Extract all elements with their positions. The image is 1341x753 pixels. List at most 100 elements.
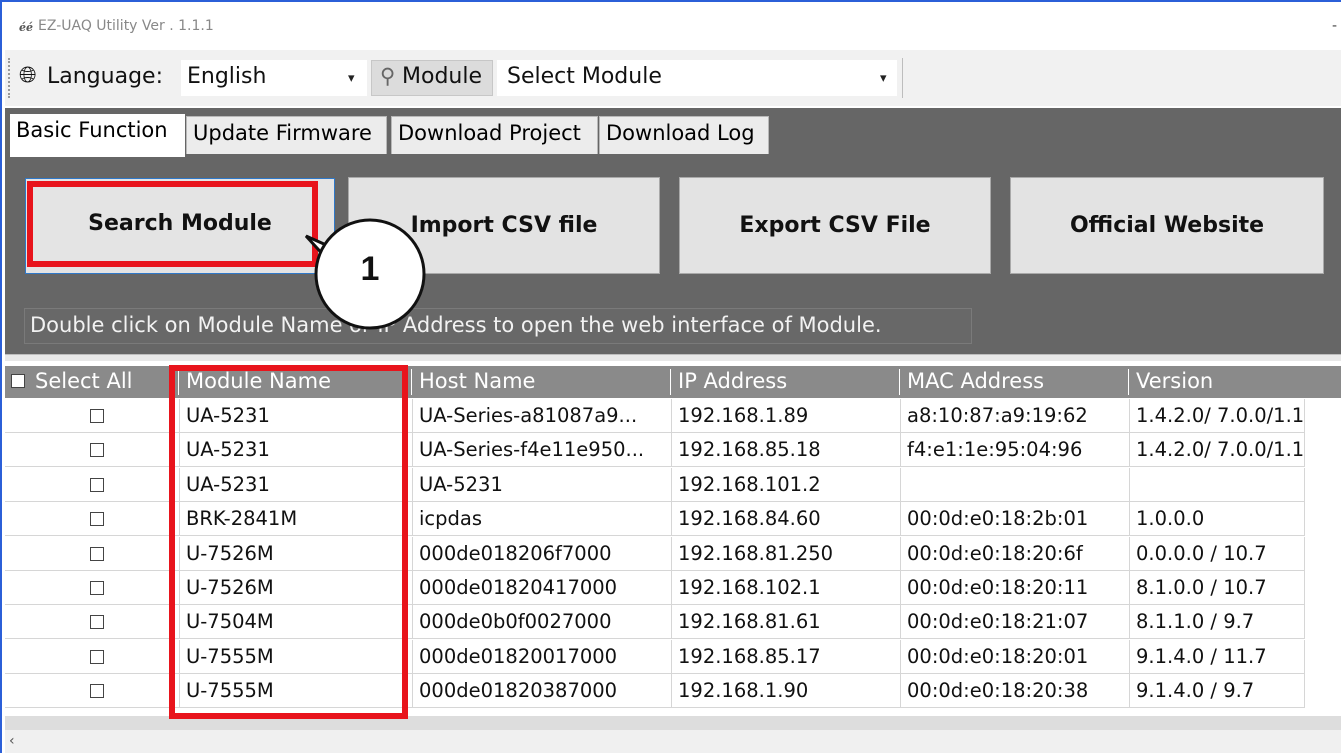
chevron-down-icon: ▾ [880, 71, 887, 86]
column-divider [670, 369, 671, 395]
version-cell-text: 1.4.2.0/ 7.0.0/1.1.8 [1136, 438, 1305, 462]
module-dropdown[interactable]: Select Module ▾ [497, 60, 897, 96]
column-divider [1128, 369, 1129, 395]
column-header-version[interactable]: Version [1130, 366, 1305, 398]
tab-basic-function[interactable]: Basic Function [10, 114, 185, 157]
column-divider [899, 369, 900, 395]
column-header-ip-address[interactable]: IP Address [672, 366, 897, 398]
mac-address-cell: 00:0d:e0:18:20:01 [901, 639, 1130, 674]
host-name-cell: 000de0b0f0027000 [413, 605, 672, 640]
column-header-host-name[interactable]: Host Name [413, 366, 668, 398]
hint-text-box: Double click on Module Name or IP Addres… [24, 308, 972, 344]
hint-text: Double click on Module Name or IP Addres… [30, 313, 882, 337]
row-checkbox[interactable] [90, 546, 104, 561]
ip-address-cell[interactable]: 192.168.1.89 [672, 399, 901, 433]
toolbar-grip-handle[interactable] [8, 58, 12, 98]
version-cell-text: 9.1.4.0 / 9.7 [1136, 679, 1255, 703]
version-cell: 1.4.2.0/ 7.0.0/1.1.8 [1130, 433, 1305, 468]
callout-joint [334, 241, 348, 269]
ip-address-cell-text: 192.168.84.60 [678, 507, 821, 531]
host-name-cell-text: 000de018206f7000 [419, 541, 612, 565]
app-logo-icon: éé [19, 21, 33, 34]
tab-update-firmware[interactable]: Update Firmware [186, 116, 387, 154]
mac-address-cell: 00:0d:e0:18:20:6f [901, 536, 1130, 571]
row-checkbox[interactable] [90, 581, 104, 595]
language-dropdown[interactable]: English ▾ [181, 60, 367, 96]
select-all-header[interactable]: Select All [5, 366, 155, 398]
ip-address-cell[interactable]: 192.168.81.250 [672, 536, 901, 571]
annotation-highlight-module-column [169, 365, 408, 719]
mac-address-cell-text: a8:10:87:a9:19:62 [907, 404, 1088, 427]
language-value: English [187, 64, 267, 89]
header-label: IP Address [678, 369, 788, 393]
ip-address-cell[interactable]: 192.168.101.2 [672, 467, 901, 502]
ip-address-cell-text: 192.168.1.90 [678, 679, 809, 703]
host-name-cell: icpdas [413, 502, 672, 537]
export-csv-button[interactable]: Export CSV File [679, 177, 991, 274]
host-name-cell-text: 000de01820017000 [419, 644, 618, 668]
row-checkbox[interactable] [90, 409, 104, 423]
ip-address-cell-text: 192.168.81.61 [678, 610, 821, 634]
row-checkbox[interactable] [90, 512, 104, 527]
mac-address-cell-text: 00:0d:e0:18:20:38 [907, 679, 1089, 703]
mac-address-cell: f4:e1:1e:95:04:96 [901, 433, 1130, 468]
version-cell-text: 8.1.0.0 / 10.7 [1136, 576, 1267, 599]
ip-address-cell-text: 192.168.102.1 [678, 576, 821, 599]
version-cell: 0.0.0.0 / 10.7 [1130, 536, 1305, 571]
column-header-mac-address[interactable]: MAC Address [901, 366, 1126, 398]
select-all-checkbox[interactable] [11, 374, 25, 388]
version-cell: 9.1.4.0 / 11.7 [1130, 639, 1305, 674]
row-select-cell [5, 674, 180, 709]
host-name-cell: 000de018206f7000 [413, 536, 672, 571]
version-cell [1130, 467, 1305, 502]
minimize-button[interactable]: - [1332, 18, 1337, 34]
ip-address-cell[interactable]: 192.168.85.18 [672, 433, 901, 468]
version-cell: 8.1.0.0 / 10.7 [1130, 571, 1305, 605]
version-cell: 1.0.0.0 [1130, 502, 1305, 537]
toolbar-divider [902, 58, 903, 98]
mac-address-cell-text: 00:0d:e0:18:20:11 [907, 576, 1089, 599]
ip-address-cell-text: 192.168.85.18 [678, 438, 821, 462]
official-website-button[interactable]: Official Website [1010, 177, 1324, 274]
tab-label: Download Project [398, 121, 581, 145]
tab-label: Update Firmware [193, 121, 372, 145]
host-name-cell-text: UA-Series-a81087a9... [419, 404, 638, 427]
callout-number: 1 [360, 250, 380, 288]
version-cell: 1.4.2.0/ 7.0.0/1.1.8 [1130, 399, 1305, 433]
splitter[interactable] [5, 354, 1341, 361]
scroll-left-arrow-icon[interactable]: ‹ [9, 733, 15, 749]
module-search-button[interactable]: ⚲ Module [371, 60, 493, 96]
row-checkbox[interactable] [90, 477, 104, 492]
row-checkbox[interactable] [90, 443, 104, 458]
export-csv-label: Export CSV File [739, 213, 931, 238]
horizontal-scrollbar[interactable] [5, 730, 1341, 753]
ip-address-cell[interactable]: 192.168.102.1 [672, 571, 901, 605]
row-checkbox[interactable] [90, 649, 104, 664]
header-label: MAC Address [907, 369, 1045, 393]
version-cell: 8.1.1.0 / 9.7 [1130, 605, 1305, 640]
version-cell-text: 1.0.0.0 [1136, 507, 1205, 531]
ip-address-cell[interactable]: 192.168.84.60 [672, 502, 901, 537]
version-cell-text: 9.1.4.0 / 11.7 [1136, 644, 1267, 668]
row-select-cell [5, 639, 180, 674]
row-checkbox[interactable] [90, 684, 104, 699]
host-name-cell: UA-Series-f4e11e950... [413, 433, 672, 468]
mac-address-cell [901, 467, 1130, 502]
row-select-cell [5, 605, 180, 640]
globe-icon: 🌐︎ [19, 63, 37, 88]
tab-label: Download Log [606, 121, 755, 145]
mac-address-cell: a8:10:87:a9:19:62 [901, 399, 1130, 433]
row-select-cell [5, 399, 180, 433]
host-name-cell-text: 000de01820417000 [419, 576, 618, 599]
row-select-cell [5, 502, 180, 537]
tab-download-project[interactable]: Download Project [391, 116, 598, 154]
row-checkbox[interactable] [90, 615, 104, 630]
column-divider [411, 369, 412, 395]
mac-address-cell-text: 00:0d:e0:18:20:6f [907, 541, 1083, 565]
select-all-label: Select All [35, 369, 133, 393]
mac-address-cell: 00:0d:e0:18:21:07 [901, 605, 1130, 640]
ip-address-cell[interactable]: 192.168.81.61 [672, 605, 901, 640]
ip-address-cell[interactable]: 192.168.1.90 [672, 674, 901, 709]
tab-download-log[interactable]: Download Log [599, 116, 769, 154]
ip-address-cell[interactable]: 192.168.85.17 [672, 639, 901, 674]
